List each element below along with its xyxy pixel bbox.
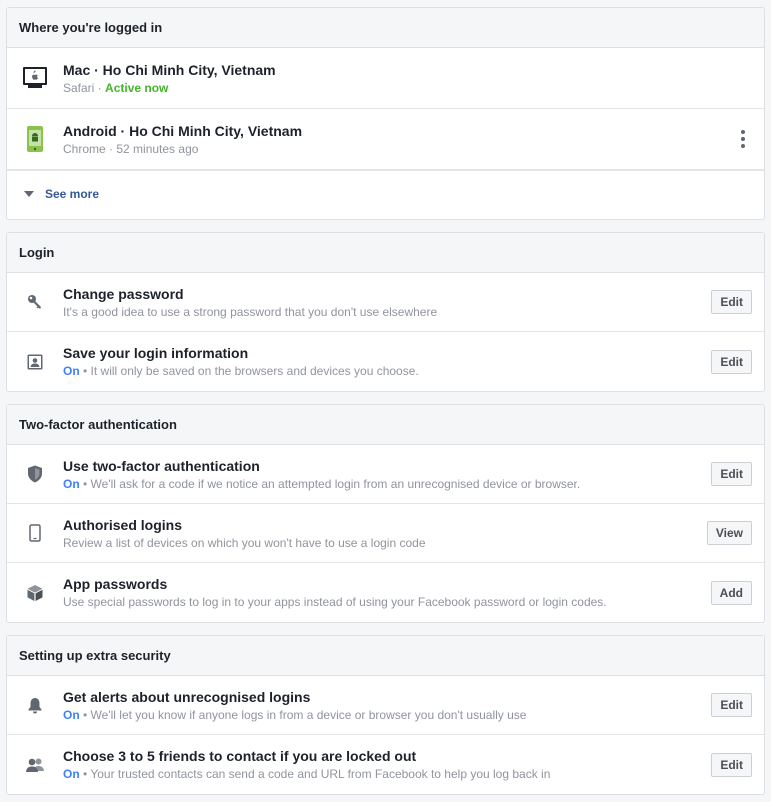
app-passwords-row[interactable]: App passwords Use special passwords to l… (7, 563, 764, 622)
device-title: Android · Ho Chi Minh City, Vietnam (63, 122, 303, 139)
two-factor-header: Two-factor authentication (7, 405, 764, 445)
row-title: Authorised logins (63, 516, 182, 533)
triangle-down-icon (24, 191, 34, 197)
extra-security-header: Setting up extra security (7, 636, 764, 676)
two-factor-section: Two-factor authentication Use two-factor… (6, 404, 765, 623)
trusted-contacts-row[interactable]: Choose 3 to 5 friends to contact if you … (7, 735, 764, 794)
row-title: Choose 3 to 5 friends to contact if you … (63, 748, 417, 764)
shield-icon (7, 445, 63, 503)
authorised-logins-row[interactable]: Authorised logins Review a list of devic… (7, 504, 764, 563)
edit-alerts-button[interactable]: Edit (711, 693, 752, 717)
row-description: We'll let you know if anyone logs in fro… (90, 707, 527, 722)
active-status: Active now (105, 80, 169, 95)
on-status: On (63, 364, 80, 378)
login-alerts-row[interactable]: Get alerts about unrecognised logins On … (7, 676, 764, 735)
edit-2fa-button[interactable]: Edit (711, 462, 752, 486)
box-icon (7, 563, 63, 622)
edit-save-login-button[interactable]: Edit (711, 349, 752, 374)
row-description: We'll ask for a code if we notice an att… (90, 476, 581, 491)
view-authorised-logins-button[interactable]: View (706, 521, 752, 545)
row-title: App passwords (63, 576, 168, 592)
row-title: Change password (63, 285, 184, 302)
row-description: It's a good idea to use a strong passwor… (63, 304, 438, 319)
on-status: On (63, 767, 80, 781)
device-browser: Safari (63, 80, 95, 95)
bullet: • (79, 767, 91, 781)
bell-icon (7, 676, 63, 734)
login-info-icon (7, 332, 63, 391)
save-login-row[interactable]: Save your login information On • It will… (7, 332, 764, 391)
phone-icon (7, 504, 63, 562)
device-row-android[interactable]: Android · Ho Chi Minh City, Vietnam Chro… (7, 109, 764, 170)
bullet: • (79, 707, 91, 722)
device-row-mac[interactable]: Mac · Ho Chi Minh City, Vietnam Safari ·… (7, 48, 764, 109)
row-description: Your trusted contacts can send a code an… (90, 767, 551, 781)
edit-trusted-contacts-button[interactable]: Edit (711, 752, 752, 777)
device-title: Mac · Ho Chi Minh City, Vietnam (63, 61, 276, 78)
add-app-password-button[interactable]: Add (710, 580, 752, 605)
sessions-section: Where you're logged in Mac · Ho Chi Minh… (6, 7, 765, 220)
change-password-row[interactable]: Change password It's a good idea to use … (7, 273, 764, 332)
row-title: Save your login information (63, 345, 249, 361)
on-status: On (63, 707, 80, 722)
separator: · (105, 141, 117, 156)
edit-password-button[interactable]: Edit (711, 290, 752, 314)
extra-security-section: Setting up extra security Get alerts abo… (6, 635, 765, 795)
row-description: It will only be saved on the browsers an… (90, 364, 419, 378)
row-title: Get alerts about unrecognised logins (63, 688, 311, 705)
more-options-icon[interactable] (738, 130, 748, 148)
on-status: On (63, 476, 80, 491)
separator: · (94, 80, 106, 95)
login-header: Login (7, 233, 764, 273)
row-title: Use two-factor authentication (63, 457, 260, 474)
friends-icon (7, 735, 63, 794)
login-section: Login Change password It's a good idea t… (6, 232, 765, 392)
key-icon (7, 273, 63, 331)
mac-icon (7, 48, 63, 108)
bullet: • (79, 476, 91, 491)
bullet: • (79, 364, 91, 378)
sessions-header: Where you're logged in (7, 8, 764, 48)
row-description: Review a list of devices on which you wo… (63, 535, 426, 550)
android-icon (7, 109, 63, 169)
last-active: 52 minutes ago (116, 141, 199, 156)
row-description: Use special passwords to log in to your … (63, 595, 607, 609)
use-2fa-row[interactable]: Use two-factor authentication On • We'll… (7, 445, 764, 504)
device-browser: Chrome (63, 141, 106, 156)
see-more-label: See more (45, 187, 100, 201)
see-more-link[interactable]: See more (7, 170, 764, 217)
